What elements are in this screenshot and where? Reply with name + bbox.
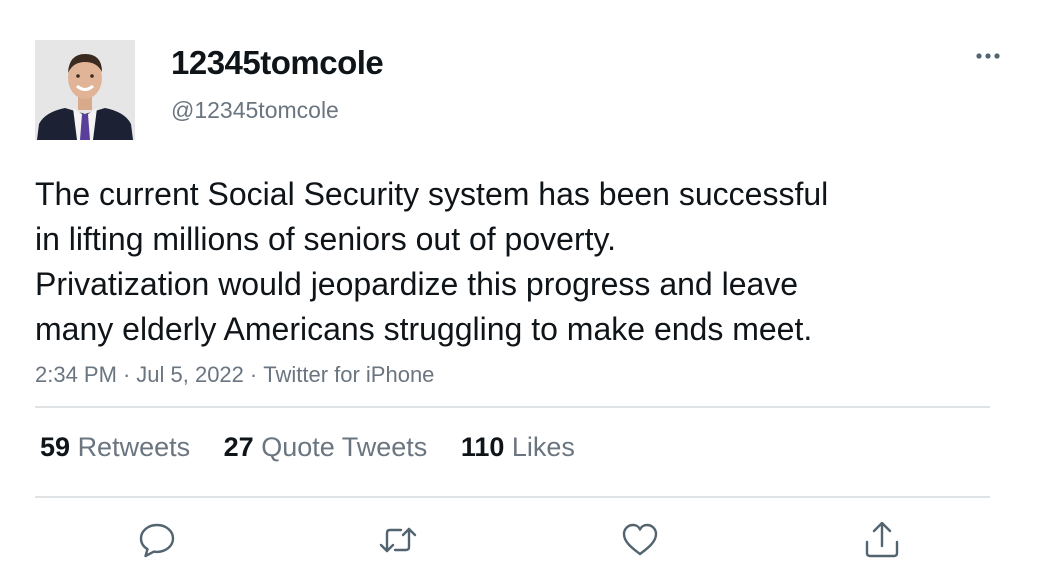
separator: · [122, 362, 131, 387]
retweet-icon[interactable] [376, 518, 420, 562]
profile-photo-icon [35, 40, 135, 140]
tweet-text-line: The current Social Security system has b… [35, 176, 829, 212]
divider [35, 406, 990, 408]
action-bar [0, 518, 1050, 562]
separator: · [249, 362, 258, 387]
likes-stat[interactable]: 110 Likes [461, 432, 575, 463]
retweets-stat[interactable]: 59 Retweets [40, 432, 190, 463]
tweet-text-line: Privatization would jeopardize this prog… [35, 266, 799, 302]
tweet-time[interactable]: 2:34 PM [35, 362, 117, 387]
share-icon[interactable] [860, 518, 904, 562]
tweet-date[interactable]: Jul 5, 2022 [136, 362, 244, 387]
retweets-count: 59 [40, 432, 71, 462]
engagement-stats: 59 Retweets 27 Quote Tweets 110 Likes [40, 432, 601, 463]
tweet-metadata: 2:34 PM · Jul 5, 2022 · Twitter for iPhone [35, 362, 434, 388]
tweet-detail: 12345tomcole @12345tomcole The current S… [0, 0, 1050, 570]
heart-icon[interactable] [618, 518, 662, 562]
divider [35, 496, 990, 498]
more-options-icon[interactable] [972, 44, 1006, 68]
tweet-source[interactable]: Twitter for iPhone [263, 362, 434, 387]
quote-tweets-label: Quote Tweets [261, 432, 428, 462]
tweet-text-line: many elderly Americans struggling to mak… [35, 311, 813, 347]
user-handle[interactable]: @12345tomcole [171, 97, 339, 124]
tweet-text: The current Social Security system has b… [35, 172, 995, 352]
quote-tweets-stat[interactable]: 27 Quote Tweets [224, 432, 428, 463]
likes-label: Likes [511, 432, 575, 462]
tweet-text-line: in lifting millions of seniors out of po… [35, 221, 616, 257]
quote-tweets-count: 27 [223, 432, 254, 462]
display-name[interactable]: 12345tomcole [171, 44, 384, 82]
reply-icon[interactable] [135, 518, 179, 562]
likes-count: 110 [460, 432, 505, 462]
retweets-label: Retweets [77, 432, 191, 462]
avatar[interactable] [35, 40, 135, 140]
